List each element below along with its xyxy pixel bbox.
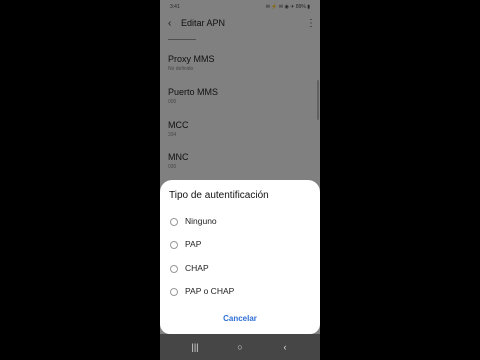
option-pap-o-chap[interactable]: PAP o CHAP: [168, 286, 288, 300]
radio-button[interactable]: [170, 218, 178, 226]
nav-back-icon[interactable]: ‹: [277, 340, 293, 354]
option-label: PAP o CHAP: [185, 286, 235, 296]
dialog-title: Tipo de autentificación: [169, 190, 269, 201]
radio-button[interactable]: [170, 265, 178, 273]
option-label: PAP: [185, 239, 202, 249]
option-label: Ninguno: [185, 216, 217, 226]
radio-button[interactable]: [170, 241, 178, 249]
auth-type-dialog: Tipo de autentificación Ninguno PAP CHAP…: [160, 180, 320, 334]
option-label: CHAP: [185, 263, 209, 273]
cancel-button[interactable]: Cancelar: [210, 314, 270, 326]
option-chap[interactable]: CHAP: [168, 263, 288, 277]
recents-icon[interactable]: |||: [187, 340, 203, 354]
navigation-bar: ||| ○ ‹: [160, 334, 320, 360]
radio-button[interactable]: [170, 288, 178, 296]
option-pap[interactable]: PAP: [168, 239, 288, 253]
home-icon[interactable]: ○: [232, 340, 248, 354]
option-ninguno[interactable]: Ninguno: [168, 216, 288, 230]
phone-screen: 3:41 ✉ ⚡ ✉ ◉ ✈ 89% ▮ ‹ Editar APN ⋮ Prox…: [160, 0, 320, 360]
